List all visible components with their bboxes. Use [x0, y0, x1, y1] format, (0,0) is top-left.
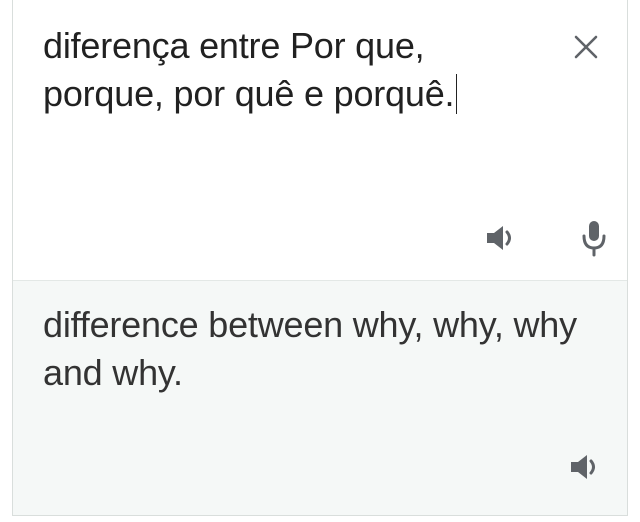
- voice-input-button[interactable]: [579, 218, 609, 258]
- source-input[interactable]: diferença entre Por que, porque, por quê…: [43, 22, 513, 118]
- source-panel: diferença entre Por que, porque, por quê…: [13, 0, 627, 280]
- listen-source-button[interactable]: [485, 222, 521, 254]
- text-cursor: [456, 74, 458, 114]
- clear-button[interactable]: [569, 30, 603, 64]
- source-text: diferença entre Por que, porque, por quê…: [43, 25, 455, 114]
- speaker-icon: [571, 455, 595, 479]
- listen-translation-button[interactable]: [569, 451, 605, 483]
- speaker-icon: [487, 226, 511, 250]
- close-icon: [574, 35, 598, 59]
- translate-card: diferença entre Por que, porque, por quê…: [12, 0, 628, 516]
- translation-panel: difference between why, why, why and why…: [13, 281, 627, 515]
- translation-text: difference between why, why, why and why…: [43, 304, 577, 393]
- microphone-icon: [582, 221, 606, 257]
